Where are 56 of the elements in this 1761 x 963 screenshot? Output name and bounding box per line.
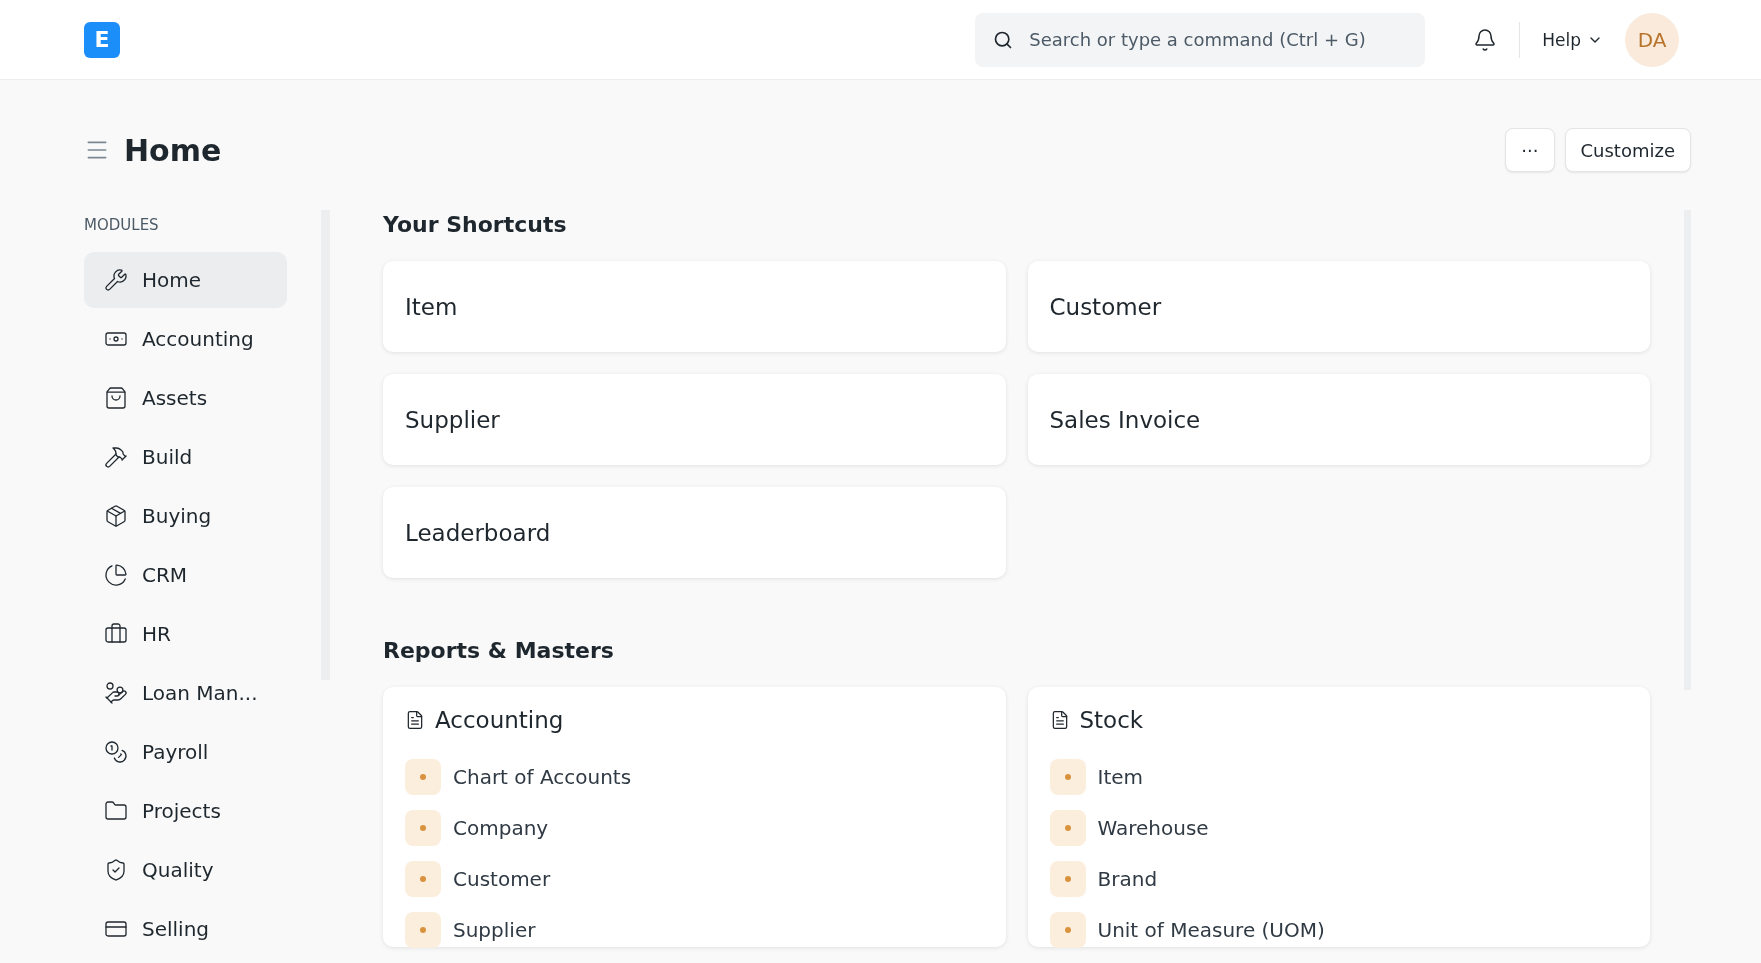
bullet-icon (1049, 809, 1086, 846)
report-link[interactable]: Chart of Accounts (453, 764, 632, 789)
briefcase-icon (104, 622, 128, 646)
shortcut-card[interactable]: Supplier (383, 374, 1006, 465)
search-field[interactable]: Search or type a command (Ctrl + G) (975, 12, 1426, 67)
hand-coins-icon (104, 681, 128, 705)
bullet-icon (1049, 860, 1086, 897)
report-link[interactable]: Warehouse (1097, 815, 1209, 840)
sidebar-item[interactable]: Projects (84, 783, 287, 839)
hammer-icon (104, 445, 128, 469)
report-link[interactable]: Item (1097, 764, 1144, 789)
section-title: Your Shortcuts (383, 212, 568, 237)
sidebar-item[interactable]: CRM (84, 547, 287, 603)
shield-check-icon (104, 858, 128, 882)
sidebar-item[interactable]: Payroll (84, 724, 287, 780)
report-link[interactable]: Company (453, 815, 549, 840)
report-link[interactable]: Unit of Measure (UOM) (1097, 917, 1325, 942)
report-link[interactable]: Supplier (453, 917, 536, 942)
document-icon (405, 710, 425, 730)
sidebar-heading: MODULES (84, 216, 160, 234)
sidebar-item[interactable]: Build (84, 429, 287, 485)
coins-icon (104, 740, 128, 764)
bullet-icon (1049, 758, 1086, 795)
sidebar-item[interactable]: Assets (84, 370, 287, 426)
bullet-icon (405, 758, 441, 795)
shortcut-card[interactable]: Customer (1027, 261, 1650, 352)
sidebar-item[interactable]: Buying (84, 488, 287, 544)
wrench-icon (104, 268, 128, 292)
more-button[interactable]: ··· (1505, 128, 1555, 172)
card-title: Stock (1079, 707, 1144, 733)
help-menu[interactable]: Help (1542, 29, 1603, 50)
card-title: Accounting (435, 707, 564, 733)
bullet-icon (405, 809, 441, 846)
bullet-icon (405, 860, 441, 897)
shortcut-card[interactable]: Leaderboard (383, 487, 1006, 578)
report-link[interactable]: Customer (453, 866, 551, 891)
page-title: Home (124, 132, 222, 168)
customize-button[interactable]: Customize (1564, 128, 1691, 172)
search-icon (993, 29, 1014, 50)
section-title: Reports & Masters (383, 638, 615, 663)
sidebar-item[interactable]: Selling (84, 901, 287, 957)
folder-icon (104, 799, 128, 823)
sidebar-item[interactable]: Home (84, 252, 287, 308)
shortcut-card[interactable]: Item (383, 261, 1006, 352)
bullet-icon (1049, 911, 1086, 948)
sidebar-item[interactable]: HR (84, 606, 287, 662)
pie-chart-icon (104, 563, 128, 587)
bullet-icon (405, 911, 441, 948)
bag-icon (104, 386, 128, 410)
shortcut-card[interactable]: Sales Invoice (1027, 374, 1650, 465)
sidebar-item[interactable]: Quality (84, 842, 287, 898)
package-icon (104, 504, 128, 528)
sidebar-item[interactable]: Loan Man... (84, 665, 287, 721)
notification-button[interactable] (1473, 27, 1498, 52)
report-link[interactable]: Brand (1097, 866, 1158, 891)
sidebar-item[interactable]: Accounting (84, 311, 287, 367)
